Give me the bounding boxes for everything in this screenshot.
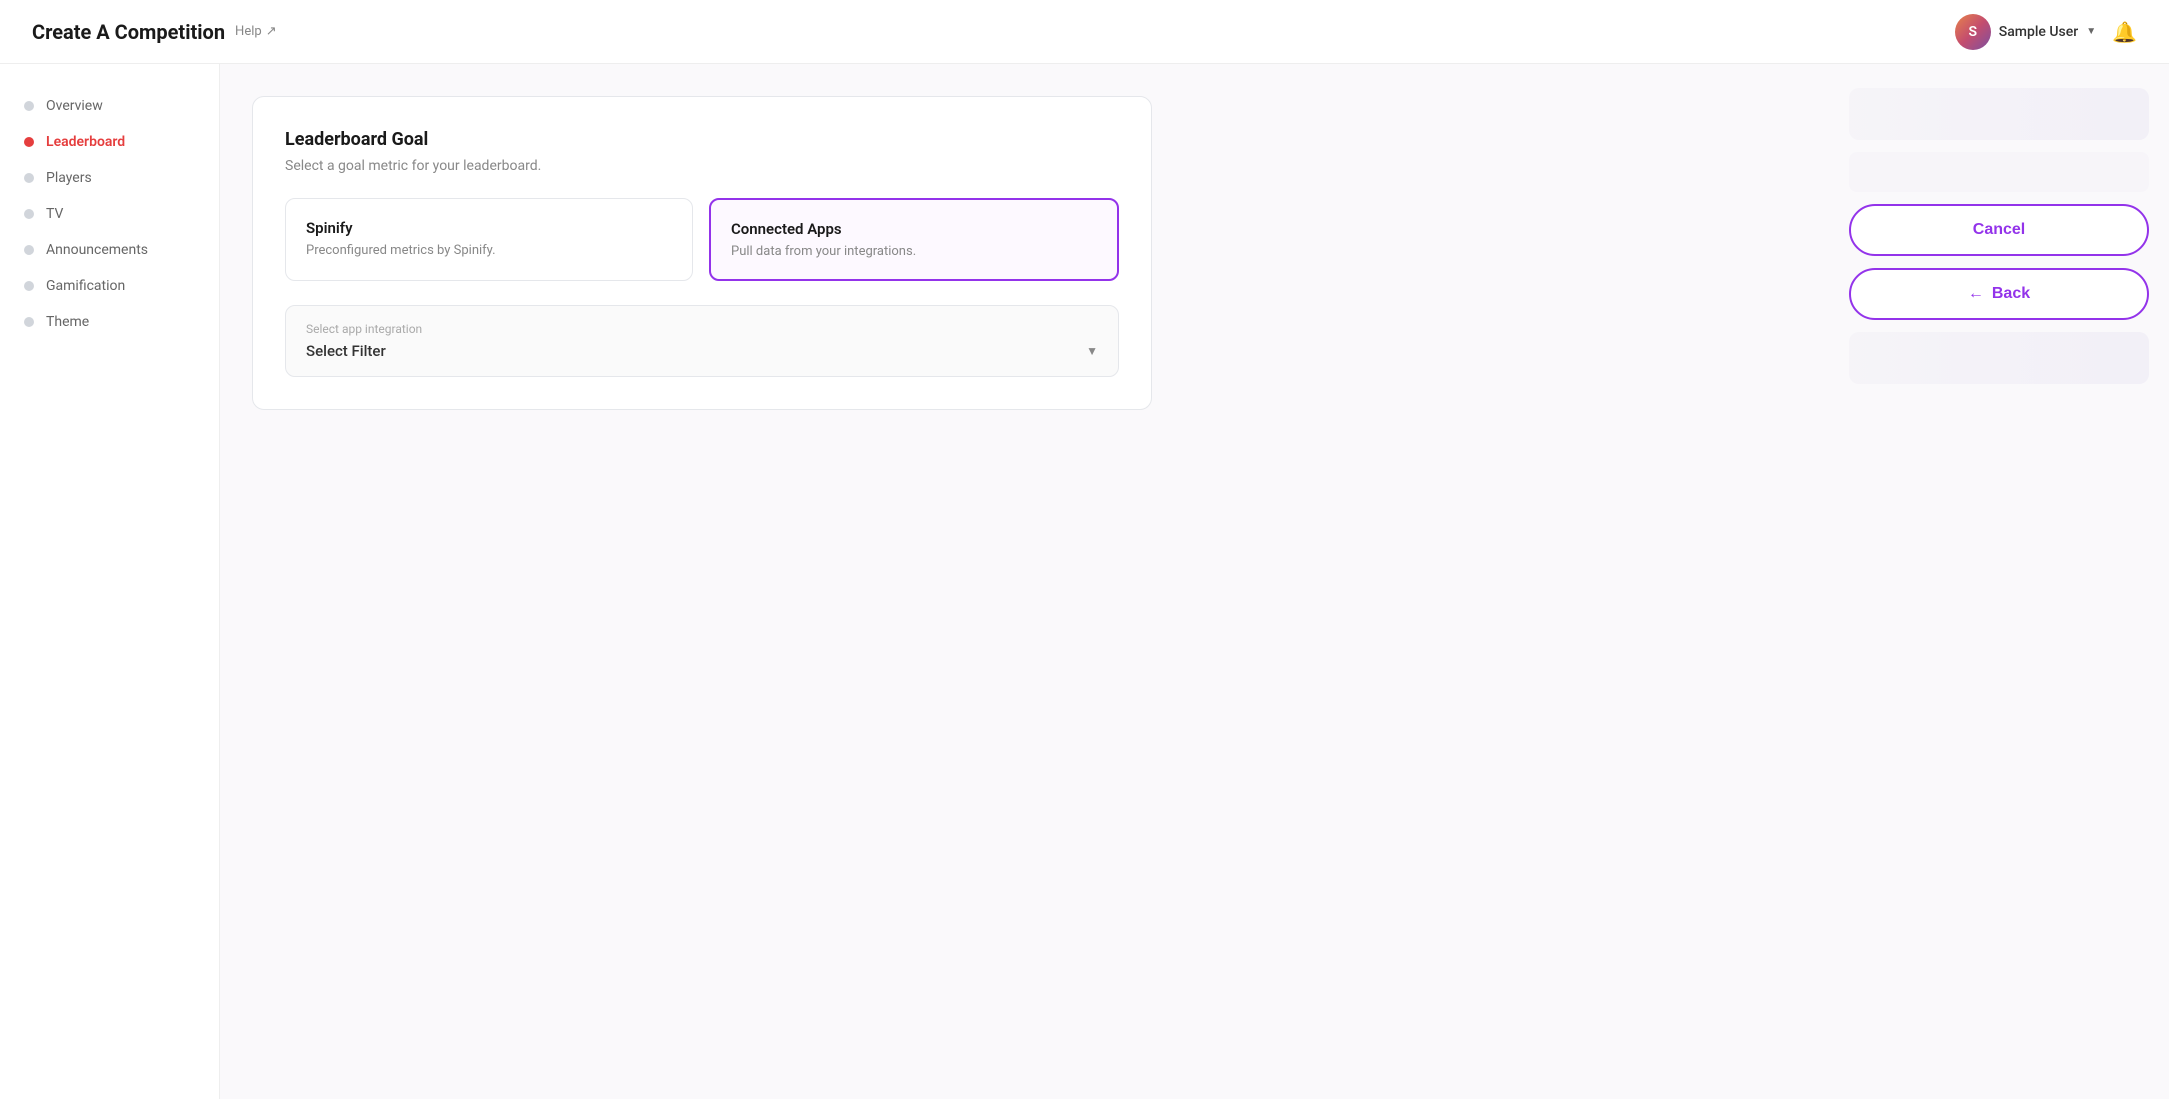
help-link[interactable]: Help ↗	[235, 24, 277, 39]
connected-apps-option[interactable]: Connected Apps Pull data from your integ…	[709, 198, 1119, 281]
page-title: Create A Competition	[32, 20, 225, 44]
filter-section: Select app integration Select Filter ▼	[285, 305, 1119, 377]
sidebar-item-theme[interactable]: Theme	[0, 304, 219, 340]
arrow-left-icon: ←	[1968, 285, 1984, 303]
connected-apps-option-desc: Pull data from your integrations.	[731, 244, 1097, 259]
card-title: Leaderboard Goal	[285, 129, 1119, 150]
sidebar-item-announcements[interactable]: Announcements	[0, 232, 219, 268]
sidebar-item-overview[interactable]: Overview	[0, 88, 219, 124]
sidebar-item-players[interactable]: Players	[0, 160, 219, 196]
header: Create A Competition Help ↗ S Sample Use…	[0, 0, 2169, 64]
sidebar-dot-gamification	[24, 281, 34, 291]
help-label: Help	[235, 24, 262, 39]
sidebar-label-tv: TV	[46, 206, 63, 222]
sidebar-label-theme: Theme	[46, 314, 89, 330]
header-left: Create A Competition Help ↗	[32, 20, 277, 44]
sidebar: Overview Leaderboard Players TV Announce…	[0, 64, 220, 1099]
sidebar-label-leaderboard: Leaderboard	[46, 134, 125, 150]
sidebar-label-overview: Overview	[46, 98, 103, 114]
header-right: S Sample User ▼ 🔔	[1955, 14, 2137, 50]
chevron-down-icon: ▼	[2086, 26, 2096, 37]
sidebar-dot-players	[24, 173, 34, 183]
avatar: S	[1955, 14, 1991, 50]
sidebar-dot-announcements	[24, 245, 34, 255]
sidebar-label-gamification: Gamification	[46, 278, 125, 294]
panel-ghost-top	[1849, 88, 2149, 140]
spinify-option[interactable]: Spinify Preconfigured metrics by Spinify…	[285, 198, 693, 281]
user-name: Sample User	[1999, 24, 2078, 40]
panel-ghost-mid	[1849, 152, 2149, 192]
external-link-icon: ↗	[266, 24, 277, 39]
sidebar-dot-theme	[24, 317, 34, 327]
user-menu[interactable]: S Sample User ▼	[1955, 14, 2096, 50]
sidebar-label-players: Players	[46, 170, 92, 186]
sidebar-label-announcements: Announcements	[46, 242, 148, 258]
sidebar-dot-tv	[24, 209, 34, 219]
goal-options: Spinify Preconfigured metrics by Spinify…	[285, 198, 1119, 281]
spinify-option-desc: Preconfigured metrics by Spinify.	[306, 243, 672, 258]
back-label: Back	[1992, 285, 2030, 303]
back-button[interactable]: ← Back	[1849, 268, 2149, 320]
sidebar-item-leaderboard[interactable]: Leaderboard	[0, 124, 219, 160]
sidebar-item-gamification[interactable]: Gamification	[0, 268, 219, 304]
sidebar-dot-overview	[24, 101, 34, 111]
right-panel: Cancel ← Back	[1829, 64, 2169, 1099]
connected-apps-option-title: Connected Apps	[731, 220, 1097, 238]
sidebar-dot-leaderboard	[24, 137, 34, 147]
panel-ghost-bottom	[1849, 332, 2149, 384]
filter-select-value: Select Filter	[306, 342, 386, 360]
main-layout: Overview Leaderboard Players TV Announce…	[0, 64, 2169, 1099]
sidebar-item-tv[interactable]: TV	[0, 196, 219, 232]
leaderboard-goal-card: Leaderboard Goal Select a goal metric fo…	[252, 96, 1152, 410]
filter-label: Select app integration	[306, 322, 1098, 336]
cancel-button[interactable]: Cancel	[1849, 204, 2149, 256]
notification-bell-icon[interactable]: 🔔	[2112, 20, 2137, 44]
chevron-down-icon: ▼	[1086, 344, 1098, 358]
spinify-option-title: Spinify	[306, 219, 672, 237]
filter-select-dropdown[interactable]: Select Filter ▼	[306, 342, 1098, 360]
card-subtitle: Select a goal metric for your leaderboar…	[285, 158, 1119, 174]
main-content: Leaderboard Goal Select a goal metric fo…	[220, 64, 1829, 1099]
